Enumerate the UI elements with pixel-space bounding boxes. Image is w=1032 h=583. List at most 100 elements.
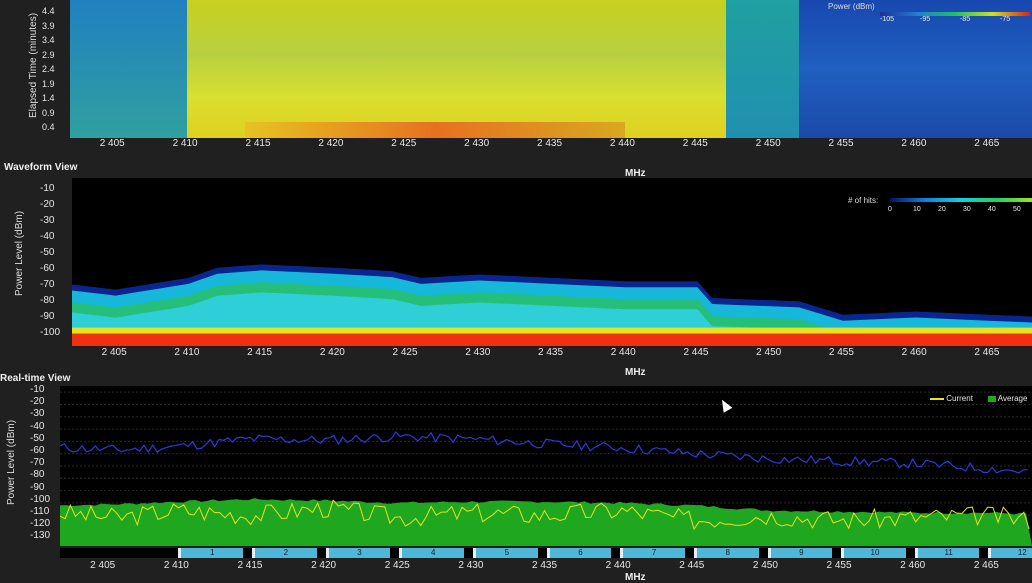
x-tick-label: 2 440 [605,560,631,571]
x-tick-label: 2 410 [172,138,198,149]
x-tick-label: 2 420 [311,560,337,571]
x-tick-label: 2 420 [318,138,344,149]
hits-legend-tick: 0 [888,206,892,213]
spectrogram-band [798,0,1032,138]
x-tick-label: 2 415 [245,138,271,149]
waveform-plot[interactable] [72,178,1032,346]
x-tick-label: 2 405 [99,138,125,149]
legend-average-label: Average [997,394,1028,403]
y-tick-label: -70 [30,457,45,469]
y-tick-label: 3.9 [42,20,55,31]
y-tick-label: -50 [30,432,45,444]
y-tick-label: 1.9 [42,78,55,89]
channel-marker[interactable]: 5 [473,548,538,558]
y-tick-label: -60 [40,263,55,274]
x-tick-label: 2 440 [609,138,635,149]
colorbar-tick: -85 [960,16,971,23]
x-tick-label: 2 450 [756,347,782,358]
spectrogram-band [70,0,187,138]
legend-average-swatch [988,395,996,402]
y-tick-label: -100 [40,327,61,338]
x-tick-label: 2 430 [458,560,484,571]
y-tick-label: -10 [40,183,55,194]
y-tick-label: -110 [30,506,50,517]
x-tick-label: 2 430 [465,347,491,358]
x-tick-label: 2 465 [974,138,1000,149]
realtime-plot[interactable] [60,386,1032,546]
y-tick-label: -80 [30,469,45,481]
y-tick-label: 1.4 [42,93,55,103]
y-tick-label: -20 [30,396,45,408]
x-tick-label: 2 440 [610,347,636,358]
y-tick-label: -40 [30,420,45,432]
x-tick-label: 2 410 [163,560,189,571]
y-tick-label: 0.4 [42,122,55,132]
x-tick-label: 2 425 [391,138,417,149]
x-tick-label: 2 460 [900,560,926,571]
x-tick-label: 2 410 [174,347,200,358]
spectrogram-panel: Elapsed Time (minutes) 4.4 3.9 3.4 2.9 2.4 1.… [0,0,1032,179]
x-tick-label: 2 460 [901,347,927,358]
spectrogram-band [186,0,726,138]
channel-marker[interactable]: 9 [767,548,833,558]
x-tick-label: 2 430 [464,138,490,149]
channel-marker[interactable]: 1 [178,548,244,558]
x-tick-label: 2 435 [537,138,563,149]
colorbar-title: Power (dBm) [828,2,875,11]
waveform-title: Waveform View [4,162,78,173]
x-tick-label: 2 420 [319,347,345,358]
channel-marker[interactable]: 6 [546,548,612,558]
y-tick-label: -130 [30,530,51,542]
realtime-x-label: MHz [625,572,646,583]
y-tick-label: 4.4 [42,6,55,16]
x-tick-label: 2 435 [538,347,564,358]
waveform-yellow-band [72,327,1032,334]
channel-marker[interactable]: 8 [693,548,759,558]
x-tick-label: 2 445 [682,138,708,149]
hits-legend-tick: 30 [963,206,971,213]
spectrogram-y-title: Elapsed Time (minutes) [28,12,39,118]
hits-legend-title: # of hits: [848,196,879,205]
x-tick-label: 2 405 [101,347,127,358]
y-tick-label: -10 [30,384,45,395]
x-tick-label: 2 435 [532,560,558,571]
x-tick-label: 2 450 [752,560,778,571]
channel-marker[interactable]: 11 [914,548,980,558]
legend-average: Average [988,394,1027,403]
y-tick-label: -70 [40,279,55,290]
channel-marker[interactable]: 2 [252,548,317,558]
y-tick-label: -90 [30,481,45,493]
channel-marker[interactable]: 12 [988,548,1032,558]
average-area [60,498,1032,546]
x-tick-label: 2 405 [90,560,116,571]
y-tick-label: -50 [40,247,55,258]
x-tick-label: 2 445 [679,560,705,571]
y-tick-label: -90 [40,311,55,322]
channel-bar: 1 2 3 4 5 6 7 8 9 10 11 12 [60,548,1032,558]
y-tick-label: 3.4 [42,35,55,45]
legend-current-swatch [930,397,944,400]
y-tick-label: 0.9 [42,107,55,118]
x-tick-label: 2 450 [755,138,781,149]
x-tick-label: 2 415 [247,347,273,358]
hits-legend-tick: 50 [1013,206,1021,213]
x-tick-label: 2 465 [974,347,1000,358]
spectrogram-hot-strip [245,122,625,138]
y-tick-label: -30 [30,408,45,420]
max-hold-trace [60,431,1028,474]
y-tick-label: 2.4 [42,64,55,74]
channel-marker[interactable]: 3 [325,548,391,558]
waveform-chart [72,264,1032,346]
x-tick-label: 2 425 [384,560,410,571]
colorbar-tick: -75 [1000,16,1011,23]
spectrogram-band [725,0,799,138]
y-tick-label: -100 [30,493,51,505]
channel-marker[interactable]: 7 [620,548,685,558]
x-tick-label: 2 415 [237,560,263,571]
y-tick-label: 2.9 [42,49,55,60]
legend-current-label: Current [946,394,973,403]
channel-marker[interactable]: 4 [399,548,464,558]
channel-marker[interactable]: 10 [841,548,906,558]
y-tick-label: -20 [40,199,55,210]
realtime-y-title: Power Level (dBm) [6,419,17,505]
